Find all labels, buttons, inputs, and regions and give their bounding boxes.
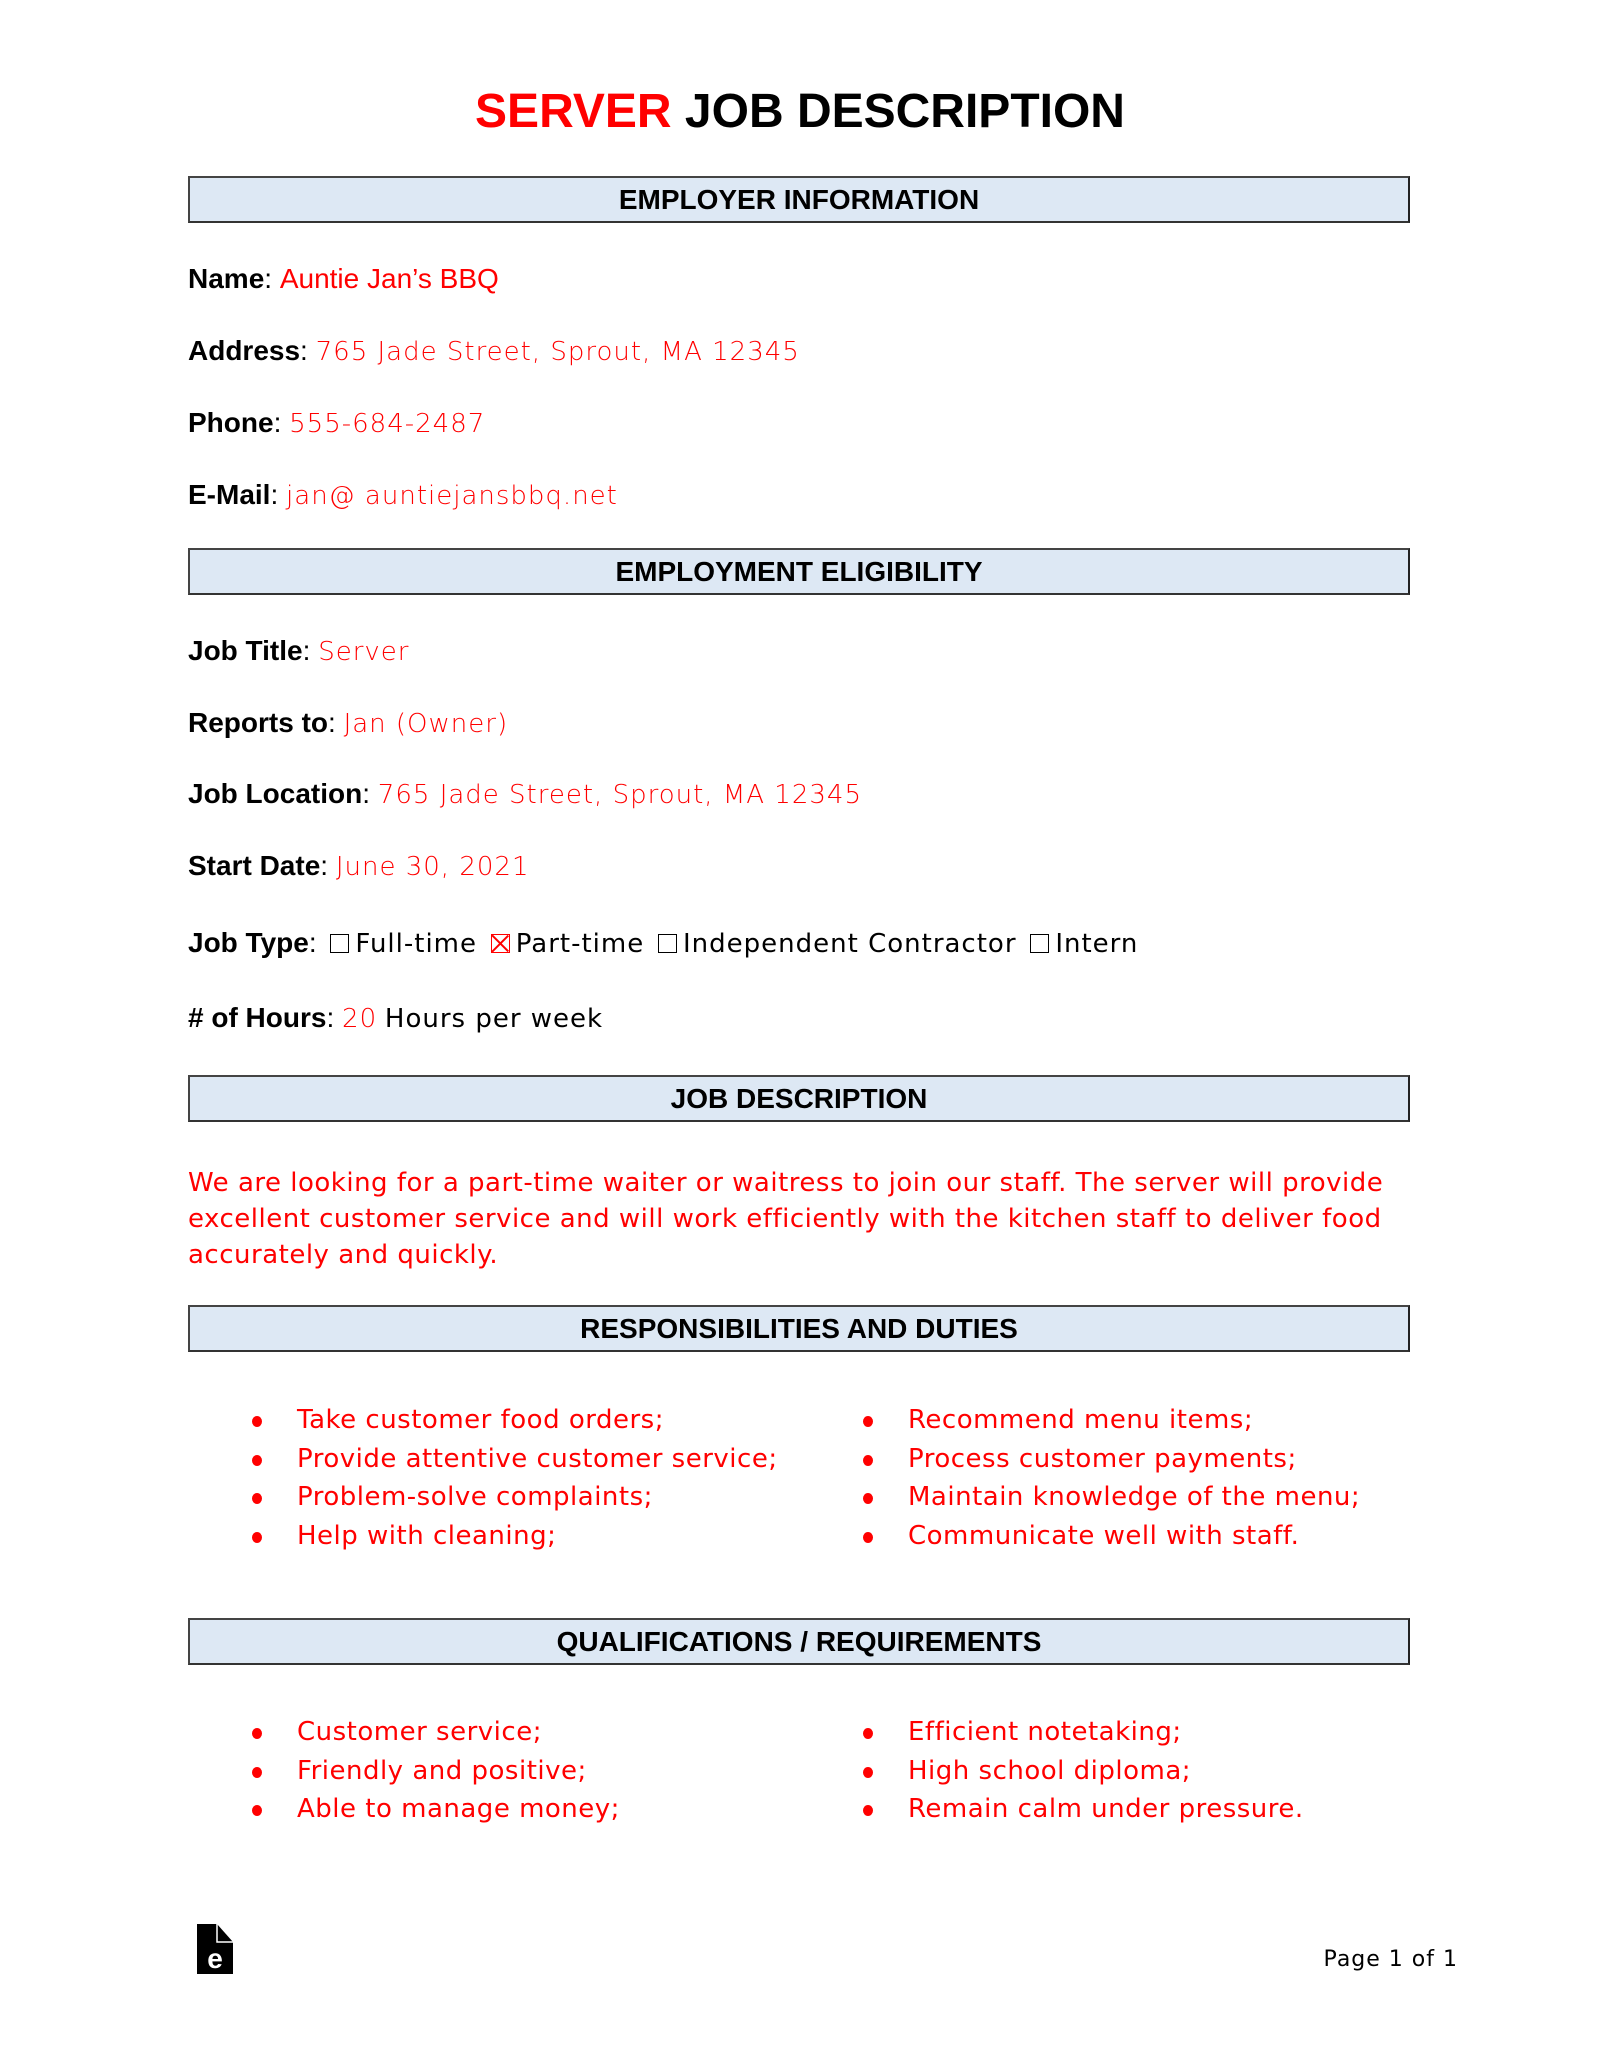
field-job-type: Job Type: Full-time Part-time Independen… [188, 927, 1139, 959]
field-label: Start Date [188, 850, 321, 881]
document-page: SERVER JOB DESCRIPTION EMPLOYER INFORMAT… [0, 0, 1600, 2070]
list-item: High school diploma; [863, 1752, 1304, 1791]
field-email: E-Mail: jan@ auntiejansbbq.net [188, 479, 618, 511]
field-value: Auntie Jan’s BBQ [279, 263, 499, 294]
list-item: Remain calm under pressure. [863, 1790, 1304, 1829]
bullet-icon [863, 1531, 873, 1543]
bullet-icon [863, 1805, 873, 1816]
page-number: Page 1 of 1 [1323, 1947, 1458, 1972]
section-header-responsibilities: RESPONSIBILITIES AND DUTIES [188, 1305, 1410, 1352]
field-value: jan@ auntiejansbbq.net [286, 481, 618, 511]
field-value: Jan (Owner) [343, 709, 509, 739]
responsibilities-list-right: Recommend menu items; Process customer p… [863, 1401, 1360, 1555]
field-label: # of Hours [188, 1002, 327, 1033]
job-description-text: We are looking for a part-time waiter or… [188, 1168, 1384, 1270]
list-item: Maintain knowledge of the menu; [863, 1478, 1360, 1517]
checkbox-independent-contractor[interactable] [658, 934, 678, 953]
field-value: Server [318, 637, 410, 667]
qualifications-list-left: Customer service; Friendly and positive;… [252, 1713, 620, 1829]
bullet-icon [252, 1416, 262, 1427]
option-label: Independent Contractor [683, 929, 1017, 959]
list-item: Communicate well with staff. [863, 1517, 1360, 1556]
field-label: Job Location [188, 778, 363, 809]
field-reports-to: Reports to: Jan (Owner) [188, 707, 509, 739]
bullet-icon [252, 1766, 262, 1778]
list-item: Help with cleaning; [252, 1517, 778, 1556]
list-item: Customer service; [252, 1713, 620, 1752]
option-label: Intern [1055, 929, 1139, 959]
list-item: Friendly and positive; [252, 1752, 620, 1791]
section-header-employer: EMPLOYER INFORMATION [188, 176, 1410, 223]
eforms-logo-icon: e [197, 1924, 233, 1974]
field-value: 765 Jade Street, Sprout, MA 12345 [315, 337, 800, 367]
list-item: Process customer payments; [863, 1440, 1360, 1479]
bullet-icon [863, 1454, 873, 1466]
responsibilities-list-left: Take customer food orders; Provide atten… [252, 1401, 778, 1555]
field-label: Phone [188, 407, 274, 438]
qualifications-list-right: Efficient notetaking; High school diplom… [863, 1713, 1304, 1829]
bullet-icon [252, 1805, 262, 1816]
field-start-date: Start Date: June 30, 2021 [188, 850, 530, 882]
bullet-icon [252, 1531, 262, 1543]
section-header-description: JOB DESCRIPTION [188, 1075, 1410, 1122]
bullet-icon [863, 1493, 873, 1504]
field-label: E-Mail [188, 479, 271, 510]
field-value: 20 [342, 1004, 378, 1034]
svg-text:e: e [207, 1943, 223, 1974]
field-value: June 30, 2021 [335, 852, 530, 882]
checkbox-intern[interactable] [1030, 934, 1050, 953]
field-hours: # of Hours: 20 Hours per week [188, 1002, 604, 1034]
list-item: Efficient notetaking; [863, 1713, 1304, 1752]
bullet-icon [863, 1728, 873, 1739]
section-header-qualifications: QUALIFICATIONS / REQUIREMENTS [188, 1618, 1410, 1665]
checkbox-part-time[interactable] [490, 934, 510, 953]
title-highlight: SERVER [475, 85, 672, 138]
bullet-icon [252, 1493, 262, 1504]
page-title: SERVER JOB DESCRIPTION [0, 84, 1600, 139]
section-header-eligibility: EMPLOYMENT ELIGIBILITY [188, 548, 1410, 595]
field-job-location: Job Location: 765 Jade Street, Sprout, M… [188, 778, 863, 810]
field-job-title: Job Title: Server [188, 635, 410, 667]
option-label: Full-time [355, 929, 477, 959]
field-phone: Phone: 555-684-2487 [188, 407, 486, 439]
field-label: Job Title [188, 635, 303, 666]
field-address: Address: 765 Jade Street, Sprout, MA 123… [188, 335, 800, 367]
list-item: Take customer food orders; [252, 1401, 778, 1440]
field-label: Reports to [188, 707, 328, 738]
field-label: Job Type [188, 927, 309, 958]
bullet-icon [863, 1416, 873, 1427]
field-label: Name [188, 263, 265, 294]
checkbox-full-time[interactable] [330, 934, 350, 953]
bullet-icon [252, 1454, 262, 1466]
list-item: Recommend menu items; [863, 1401, 1360, 1440]
list-item: Able to manage money; [252, 1790, 620, 1829]
bullet-icon [863, 1766, 873, 1778]
bullet-icon [252, 1728, 262, 1739]
field-name: Name: Auntie Jan’s BBQ [188, 263, 499, 294]
title-rest: JOB DESCRIPTION [684, 85, 1125, 138]
field-label: Address [188, 335, 301, 366]
list-item: Problem-solve complaints; [252, 1478, 778, 1517]
field-value: 765 Jade Street, Sprout, MA 12345 [377, 780, 863, 810]
option-label: Part-time [515, 929, 645, 959]
hours-suffix: Hours per week [384, 1004, 604, 1034]
list-item: Provide attentive customer service; [252, 1440, 778, 1479]
field-value: 555-684-2487 [289, 409, 486, 439]
